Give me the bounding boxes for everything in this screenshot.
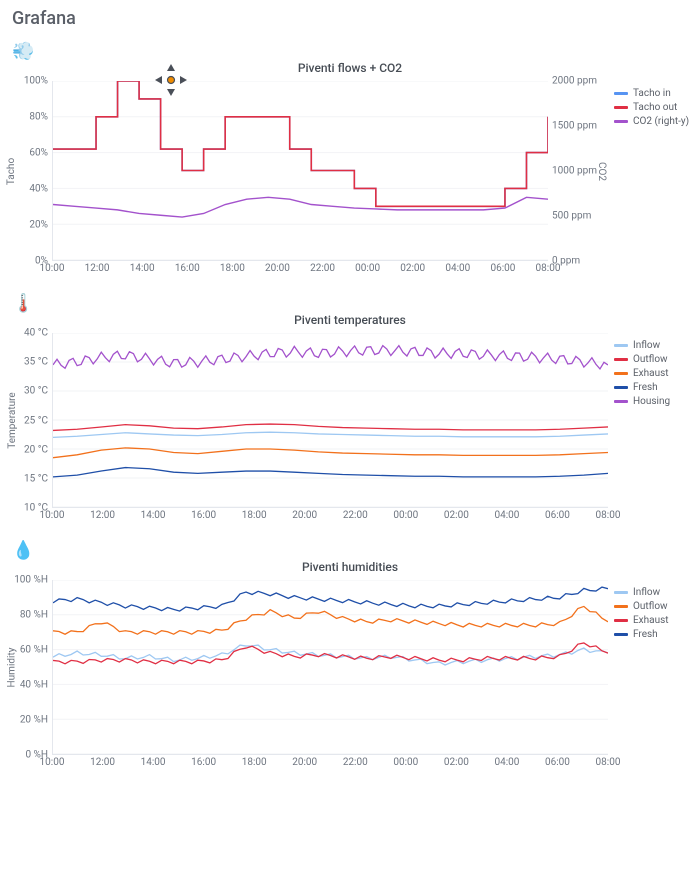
y-axis-ticks-left: 0%20%40%60%80%100% [18, 81, 52, 261]
legend-item[interactable]: Inflow [614, 587, 692, 598]
legend-item[interactable]: Outflow [614, 601, 692, 612]
panel-temperatures: 🌡️ Piventi temperatures Temperature 10 °… [6, 289, 694, 526]
panel-title: Piventi temperatures [6, 289, 694, 333]
legend-item[interactable]: Tacho out [614, 102, 692, 113]
pan-control[interactable] [154, 63, 188, 97]
chart-legend: Inflow Outflow Exhaust Fresh [608, 580, 694, 773]
chart-legend: Inflow Outflow Exhaust Fresh Housing [608, 333, 694, 526]
x-axis: 10:0012:0014:0016:0018:0020:0022:0000:00… [52, 755, 608, 773]
y-axis-ticks-right: 0 ppm500 ppm1000 ppm1500 ppm2000 ppm [548, 81, 594, 261]
y-axis-label-right: CO2 [594, 81, 608, 261]
x-axis: 10:0012:0014:0016:0018:0020:0022:0000:00… [52, 261, 548, 279]
y-axis-label: Temperature [6, 333, 18, 508]
legend-item[interactable]: Fresh [614, 382, 692, 393]
legend-item[interactable]: CO2 (right-y) [614, 116, 692, 127]
y-axis-label-left: Tacho [6, 81, 18, 261]
y-axis-label: Humidity [6, 580, 18, 755]
legend-item[interactable]: Exhaust [614, 615, 692, 626]
legend-item[interactable]: Outflow [614, 354, 692, 365]
fan-icon: 💨 [12, 41, 34, 62]
legend-item[interactable]: Fresh [614, 629, 692, 640]
panel-title: Piventi humidities [6, 536, 694, 580]
legend-item[interactable]: Inflow [614, 340, 692, 351]
y-axis-ticks: 0 %H20 %H40 %H60 %H80 %H100 %H [18, 580, 52, 755]
page-title: Grafana [0, 0, 700, 33]
panel-flows: 💨 Piventi flows + CO2 Tacho 0%20%40%60%8… [6, 37, 694, 279]
humidity-icon: 💧 [12, 540, 34, 561]
panel-title: Piventi flows + CO2 [6, 37, 694, 81]
legend-item[interactable]: Tacho in [614, 88, 692, 99]
legend-item[interactable]: Housing [614, 396, 692, 407]
y-axis-ticks: 10 °C15 °C20 °C25 °C30 °C35 °C40 °C [18, 333, 52, 508]
chart-plot-area[interactable] [52, 580, 608, 755]
panel-humidities: 💧 Piventi humidities Humidity 0 %H20 %H4… [6, 536, 694, 773]
chart-plot-area[interactable] [52, 81, 548, 261]
legend-item[interactable]: Exhaust [614, 368, 692, 379]
thermometer-icon: 🌡️ [12, 293, 34, 314]
chart-plot-area[interactable] [52, 333, 608, 508]
x-axis: 10:0012:0014:0016:0018:0020:0022:0000:00… [52, 508, 608, 526]
chart-legend: Tacho in Tacho out CO2 (right-y) [608, 81, 694, 279]
